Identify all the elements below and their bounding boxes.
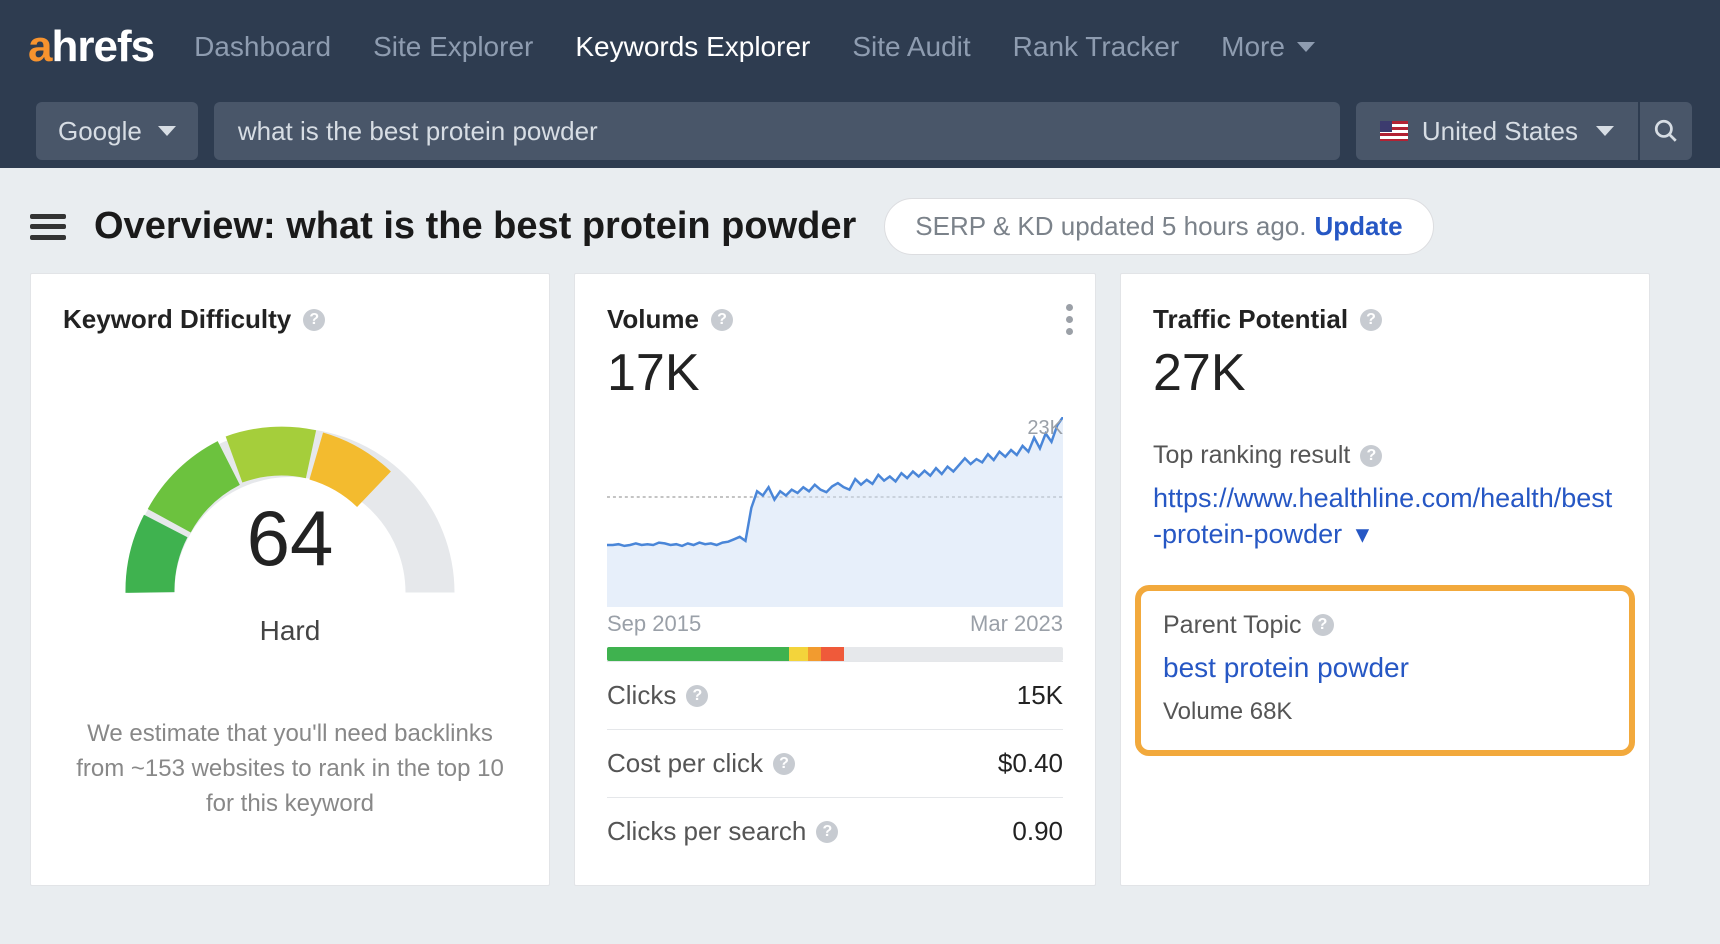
help-icon[interactable]: ? — [711, 309, 733, 331]
top-result-label: Top ranking result ? — [1153, 441, 1617, 470]
parent-topic-link[interactable]: best protein powder — [1163, 652, 1607, 684]
search-icon — [1653, 118, 1679, 144]
kd-title: Keyword Difficulty ? — [63, 304, 517, 335]
clicks-value: 15K — [1017, 680, 1063, 711]
card-traffic-potential: Traffic Potential ? 27K Top ranking resu… — [1120, 273, 1650, 886]
chevron-down-icon — [1297, 42, 1315, 52]
nav-dashboard[interactable]: Dashboard — [194, 31, 331, 63]
tp-value: 27K — [1153, 343, 1617, 403]
volume-value: 17K — [607, 343, 1063, 403]
update-status: SERP & KD updated 5 hours ago. Update — [884, 198, 1433, 255]
volume-title: Volume ? — [607, 304, 1063, 335]
help-icon[interactable]: ? — [773, 753, 795, 775]
metric-cpc: Cost per click? $0.40 — [607, 729, 1063, 797]
top-result-link[interactable]: https://www.healthline.com/health/best-p… — [1153, 480, 1617, 553]
flag-icon — [1380, 121, 1408, 141]
menu-icon[interactable] — [30, 214, 66, 240]
parent-topic-box: Parent Topic ? best protein powder Volum… — [1135, 585, 1635, 756]
top-nav: ahrefs Dashboard Site Explorer Keywords … — [0, 0, 1720, 94]
nav-more-label: More — [1221, 31, 1285, 63]
country-label: United States — [1422, 116, 1578, 147]
cps-value: 0.90 — [1012, 816, 1063, 847]
update-text: SERP & KD updated 5 hours ago. — [915, 211, 1306, 242]
kd-score: 64 — [115, 493, 465, 584]
help-icon[interactable]: ? — [686, 685, 708, 707]
help-icon[interactable]: ? — [303, 309, 325, 331]
chart-date-start: Sep 2015 — [607, 611, 701, 637]
search-engine-select[interactable]: Google — [36, 102, 198, 160]
parent-topic-volume: Volume 68K — [1163, 698, 1607, 726]
parent-topic-label: Parent Topic ? — [1163, 611, 1607, 640]
tp-title: Traffic Potential ? — [1153, 304, 1617, 335]
card-keyword-difficulty: Keyword Difficulty ? 64 Hard We estimate… — [30, 273, 550, 886]
keyword-input-value: what is the best protein powder — [238, 116, 598, 147]
nav-more[interactable]: More — [1221, 31, 1315, 63]
nav-rank-tracker[interactable]: Rank Tracker — [1013, 31, 1180, 63]
volume-chart: 23K Sep 2015 Mar 2023 — [607, 417, 1063, 661]
nav-site-explorer[interactable]: Site Explorer — [373, 31, 533, 63]
kd-label: Hard — [63, 615, 517, 647]
nav-site-audit[interactable]: Site Audit — [852, 31, 970, 63]
cpc-value: $0.40 — [998, 748, 1063, 779]
help-icon[interactable]: ? — [1360, 445, 1382, 467]
logo[interactable]: ahrefs — [28, 22, 154, 72]
search-bar: Google what is the best protein powder U… — [0, 94, 1720, 168]
chart-max-label: 23K — [1027, 417, 1063, 440]
chevron-down-icon — [158, 126, 176, 136]
card-volume: Volume ? 17K 23K Sep 2015 Mar 2023 — [574, 273, 1096, 886]
card-menu-icon[interactable] — [1066, 304, 1073, 335]
metric-clicks: Clicks? 15K — [607, 661, 1063, 729]
distribution-bar — [607, 647, 1063, 661]
keyword-input[interactable]: what is the best protein powder — [214, 102, 1340, 160]
kd-gauge: 64 — [115, 395, 465, 615]
search-engine-label: Google — [58, 116, 142, 147]
help-icon[interactable]: ? — [816, 821, 838, 843]
chart-date-end: Mar 2023 — [970, 611, 1063, 637]
metrics-cards: Keyword Difficulty ? 64 Hard We estimate… — [0, 273, 1720, 886]
country-select[interactable]: United States — [1356, 102, 1638, 160]
trend-chart — [607, 417, 1063, 607]
help-icon[interactable]: ? — [1360, 309, 1382, 331]
help-icon[interactable]: ? — [1312, 614, 1334, 636]
kd-description: We estimate that you'll need backlinks f… — [63, 717, 517, 821]
metric-cps: Clicks per search? 0.90 — [607, 797, 1063, 865]
chevron-down-icon — [1596, 126, 1614, 136]
nav-keywords-explorer[interactable]: Keywords Explorer — [575, 31, 810, 63]
update-link[interactable]: Update — [1314, 211, 1402, 242]
search-button[interactable] — [1640, 102, 1692, 160]
page-title: Overview: what is the best protein powde… — [94, 205, 856, 248]
chevron-down-icon: ▾ — [1356, 519, 1370, 549]
overview-header: Overview: what is the best protein powde… — [0, 168, 1720, 273]
